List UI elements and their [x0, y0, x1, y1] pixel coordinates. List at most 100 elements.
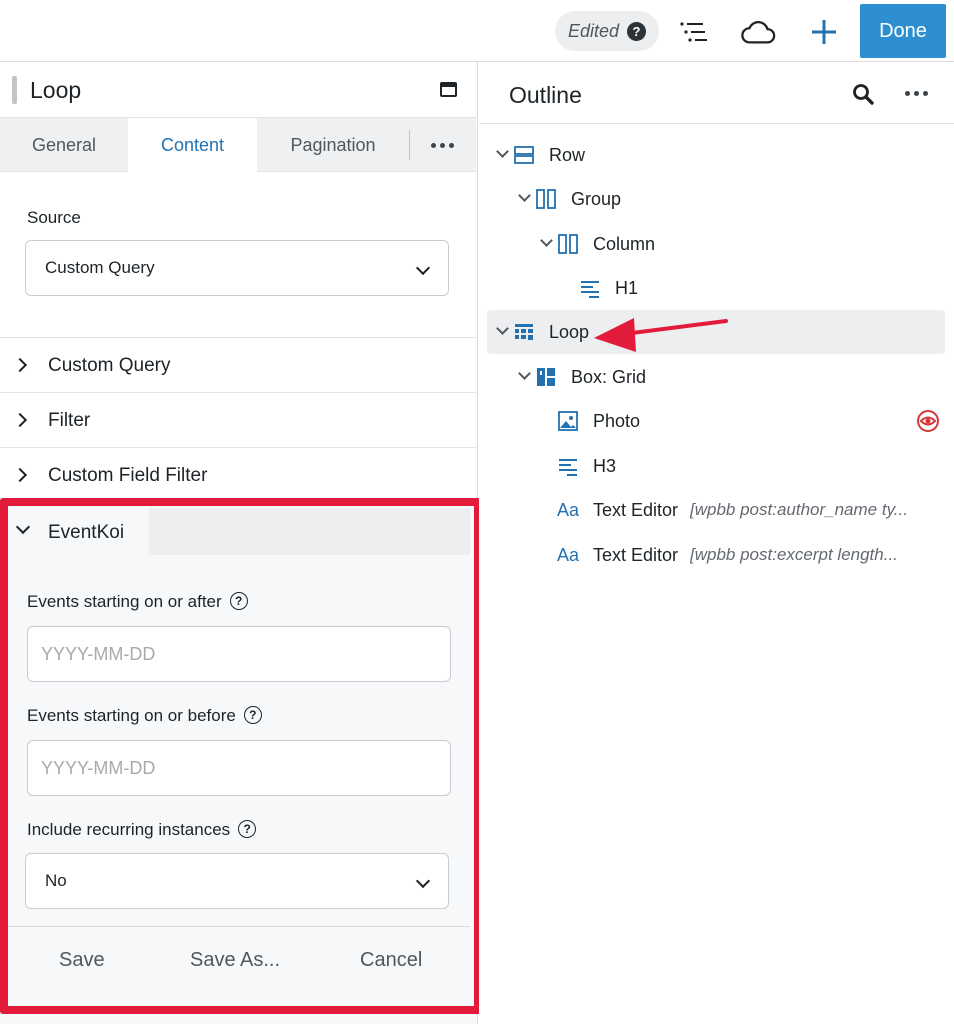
heading-icon — [559, 459, 577, 476]
before-date-input[interactable]: YYYY-MM-DD — [27, 740, 451, 796]
outline-item-label: Photo — [593, 411, 641, 431]
eventkoi-section: EventKoi Events starting on or after? YY… — [0, 500, 476, 1024]
section-label: Custom Field Filter — [48, 465, 208, 486]
chevron-down-icon[interactable] — [540, 234, 553, 247]
cloud-icon[interactable] — [740, 14, 776, 50]
tab-pagination[interactable]: Pagination — [257, 118, 409, 172]
grid-icon — [537, 368, 555, 386]
panel-header[interactable]: Loop — [0, 62, 476, 118]
loop-icon — [515, 324, 533, 340]
outline-item-photo[interactable]: Photo — [487, 399, 945, 443]
tab-content[interactable]: Content — [128, 118, 257, 173]
outline-item-label: H1 — [615, 278, 639, 298]
outline-item-group[interactable]: Group — [487, 177, 945, 221]
save-as-button[interactable]: Save As... — [190, 949, 280, 972]
group-icon — [536, 189, 556, 209]
cancel-button[interactable]: Cancel — [360, 949, 422, 972]
source-select[interactable]: Custom Query — [25, 240, 449, 296]
row-icon — [514, 146, 534, 164]
done-button[interactable]: Done — [860, 4, 946, 58]
recurring-label: Include recurring instances? — [27, 819, 257, 840]
chevron-down-icon[interactable] — [518, 367, 531, 380]
outline-item-label: Text Editor — [593, 500, 679, 520]
outline-item-h1[interactable]: H1 — [487, 266, 945, 310]
chevron-down-icon — [415, 260, 431, 276]
eventkoi-toggle[interactable]: EventKoi — [8, 508, 149, 556]
after-date-label: Events starting on or after? — [27, 591, 248, 612]
recurring-label-text: Include recurring instances — [27, 820, 231, 839]
chevron-right-icon — [12, 467, 28, 483]
panel-tabs: General Content Pagination — [0, 118, 476, 173]
after-date-input[interactable]: YYYY-MM-DD — [27, 626, 451, 682]
panel-title: Loop — [30, 77, 82, 103]
outline-item-label: H3 — [593, 456, 617, 476]
outline-list-icon[interactable] — [676, 14, 712, 50]
chevron-down-icon — [415, 873, 431, 889]
outline-item-label: Box: Grid — [571, 367, 647, 387]
drag-handle[interactable] — [12, 76, 17, 104]
section-filter[interactable]: Filter — [0, 393, 476, 448]
chevron-right-icon — [12, 412, 28, 428]
chevron-right-icon — [12, 357, 28, 373]
outline-header: Outline — [479, 62, 954, 124]
tab-divider — [409, 130, 410, 160]
outline-item-label: Group — [571, 189, 622, 209]
settings-panel: Loop General Content Pagination Source C… — [0, 62, 478, 1024]
outline-item-box-grid[interactable]: Box: Grid — [487, 355, 945, 399]
source-label: Source — [27, 208, 81, 227]
eventkoi-header: EventKoi — [8, 508, 470, 556]
eventkoi-body: Events starting on or after? YYYY-MM-DD … — [8, 555, 470, 929]
save-button[interactable]: Save — [59, 949, 105, 972]
text-editor-icon: Aa — [557, 545, 580, 565]
chevron-down-icon[interactable] — [496, 322, 509, 335]
outline-panel: Outline Row Group Column H1 Loop Box: Gr… — [479, 62, 954, 1024]
chevron-down-icon — [15, 519, 31, 535]
section-custom-query[interactable]: Custom Query — [0, 338, 476, 393]
search-icon[interactable] — [851, 82, 875, 106]
help-icon[interactable]: ? — [238, 819, 257, 838]
outline-item-label: Column — [593, 234, 656, 254]
help-icon: ? — [627, 21, 647, 41]
outline-item-text-editor[interactable]: Aa Text Editor [wpbb post:excerpt length… — [487, 533, 945, 577]
hidden-eye-icon[interactable] — [917, 410, 939, 432]
section-custom-field-filter[interactable]: Custom Field Filter — [0, 448, 476, 503]
outline-item-meta: [wpbb post:excerpt length... — [690, 545, 898, 564]
more-options-icon[interactable] — [905, 91, 928, 96]
source-section: Source Custom Query — [0, 172, 476, 338]
edited-status-button[interactable]: Edited ? — [555, 11, 659, 51]
text-editor-icon: Aa — [557, 500, 580, 520]
recurring-value: No — [45, 871, 67, 890]
outline-item-loop[interactable]: Loop — [487, 310, 945, 354]
recurring-select[interactable]: No — [25, 853, 449, 909]
outline-title: Outline — [509, 82, 582, 108]
help-icon[interactable]: ? — [243, 705, 262, 724]
column-icon — [558, 234, 578, 254]
after-date-label-text: Events starting on or after — [27, 592, 222, 611]
help-icon[interactable]: ? — [229, 591, 248, 610]
panel-footer: Save Save As... Cancel — [8, 926, 470, 996]
outline-item-row[interactable]: Row — [487, 133, 945, 177]
chevron-down-icon[interactable] — [496, 145, 509, 158]
outline-item-meta: [wpbb post:author_name ty... — [690, 500, 908, 519]
source-value: Custom Query — [45, 258, 155, 277]
section-label: Custom Query — [48, 355, 171, 376]
eventkoi-title: EventKoi — [48, 522, 125, 543]
top-toolbar: Edited ? Done — [0, 0, 954, 62]
outline-item-text-editor[interactable]: Aa Text Editor [wpbb post:author_name ty… — [487, 488, 945, 532]
outline-item-label: Loop — [549, 322, 590, 342]
plus-icon[interactable] — [806, 14, 842, 50]
outline-item-column[interactable]: Column — [487, 222, 945, 266]
heading-icon — [581, 281, 599, 298]
edited-label: Edited — [567, 20, 620, 41]
section-label: Filter — [48, 410, 91, 431]
outline-item-label: Row — [549, 145, 586, 165]
tab-general[interactable]: General — [0, 118, 128, 172]
more-tabs-icon[interactable] — [424, 132, 460, 158]
window-toggle-icon[interactable] — [440, 82, 457, 97]
chevron-down-icon[interactable] — [518, 189, 531, 202]
outline-item-label: Text Editor — [593, 545, 679, 565]
photo-icon — [558, 411, 578, 431]
before-date-label-text: Events starting on or before — [27, 706, 236, 725]
outline-item-h3[interactable]: H3 — [487, 444, 945, 488]
before-date-label: Events starting on or before? — [27, 705, 262, 726]
